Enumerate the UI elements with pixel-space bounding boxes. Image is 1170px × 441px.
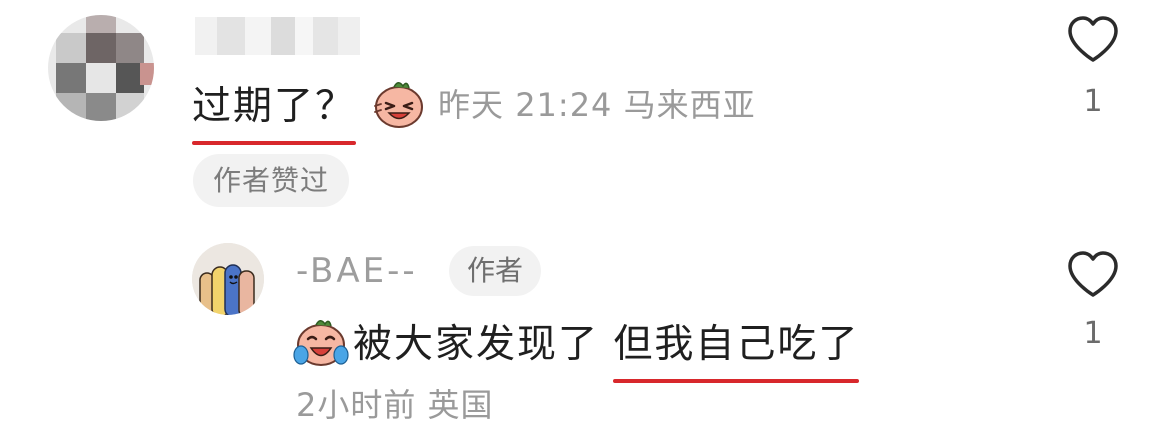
reply-username[interactable]: -BAE-- — [296, 246, 418, 296]
author-liked-badge: 作者赞过 — [193, 154, 350, 207]
author-tag: 作者 — [449, 246, 542, 296]
laughing-face-emoji-icon — [374, 82, 424, 128]
reply-avatar[interactable] — [192, 243, 264, 315]
comment-text: 过期了？ — [192, 75, 357, 145]
reply-underline — [613, 379, 860, 383]
reply-body: 被大家发现了 但我自己吃了 — [293, 308, 860, 383]
heart-outline-icon[interactable] — [1066, 250, 1120, 300]
comment-like-count: 1 — [1083, 84, 1103, 119]
commenter-username-blurred[interactable] — [195, 17, 360, 55]
crying-laughing-face-emoji-icon — [293, 320, 349, 366]
cartoon-characters-avatar-icon — [192, 243, 264, 315]
comment-underline — [192, 141, 357, 145]
comment-meta: 昨天 21:24 马来西亚 — [438, 86, 756, 124]
reply-like-count: 1 — [1083, 316, 1103, 351]
comment-body: 过期了？ 昨天 21:24 马来西亚 — [192, 70, 756, 145]
commenter-avatar[interactable] — [48, 15, 154, 121]
reply-meta: 2小时前 英国 — [296, 386, 494, 424]
reply-text-plain: 被大家发现了 — [353, 322, 614, 367]
heart-outline-icon[interactable] — [1066, 15, 1120, 65]
reply-text-underlined: 但我自己吃了 — [613, 313, 860, 383]
